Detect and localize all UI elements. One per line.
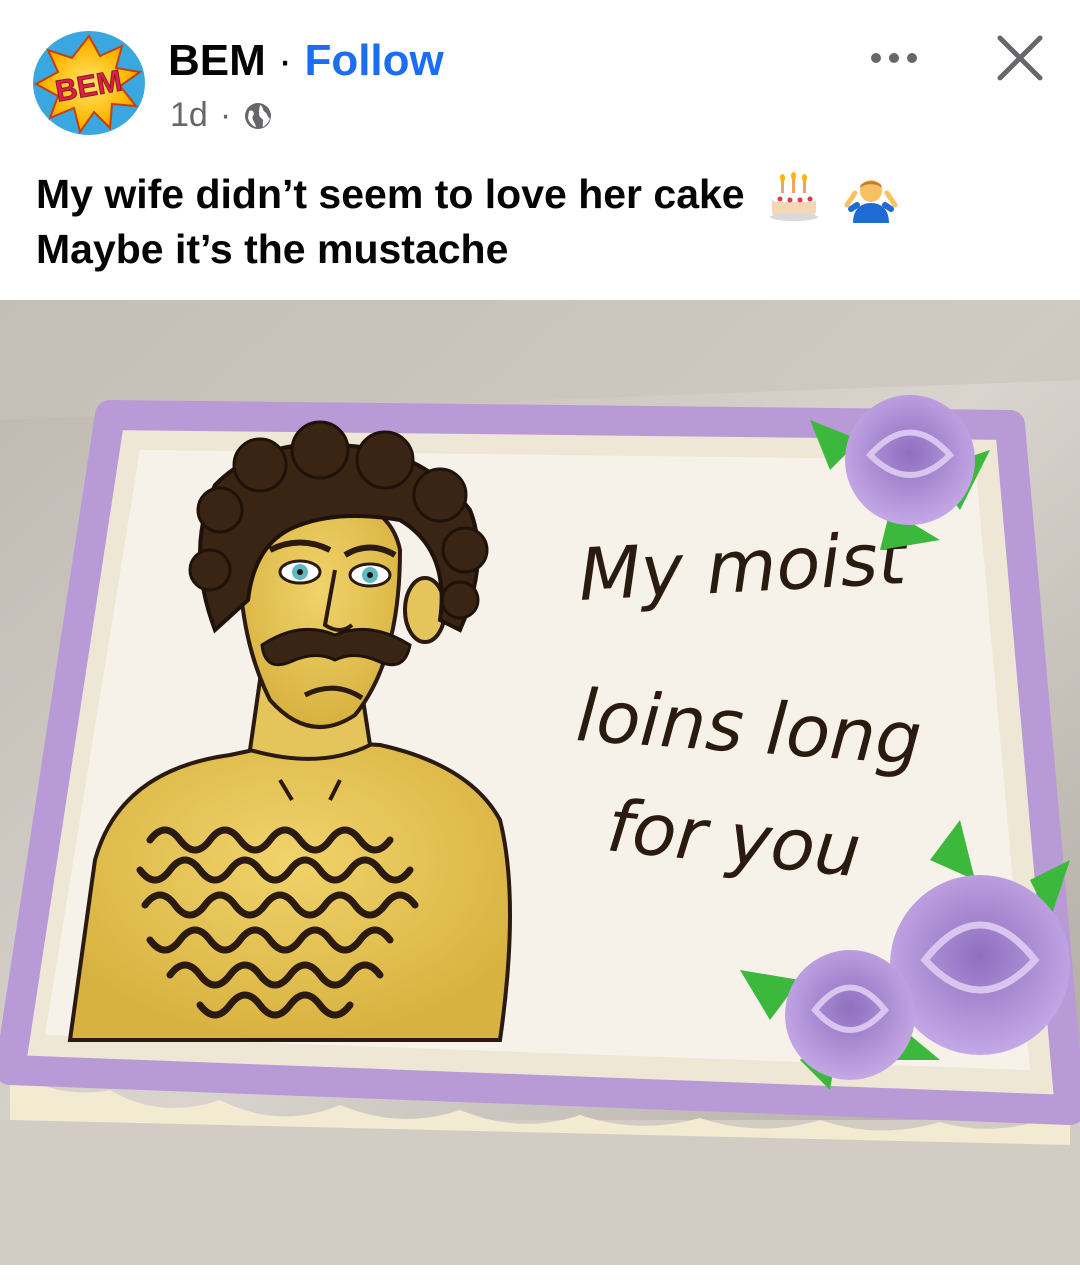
follow-button[interactable]: Follow [304, 36, 443, 85]
close-icon[interactable] [994, 32, 1046, 84]
more-options-icon[interactable] [864, 38, 924, 78]
cake-text-line-1: My moist [576, 516, 910, 617]
birthday-cake-emoji [770, 172, 819, 222]
post-timestamp[interactable]: 1d [170, 96, 208, 135]
man-shrugging-emoji [844, 180, 898, 224]
post-caption: My wife didn’t seem to love her cake May… [36, 168, 1056, 276]
author-row: BEM · Follow [168, 36, 444, 86]
caption-line-1-text: My wife didn’t seem to love her cake [36, 171, 745, 217]
author-name[interactable]: BEM [168, 36, 266, 85]
post-meta: 1d · [170, 96, 273, 135]
meta-separator: · [219, 96, 232, 134]
post-header: BEM BEM · Follow 1d · [0, 0, 1080, 150]
globe-icon [245, 102, 272, 129]
caption-line-2: Maybe it’s the mustache [36, 226, 509, 273]
name-separator: · [277, 36, 293, 85]
cake-drawing-mustache [260, 627, 412, 667]
post-photo[interactable]: My moist loins long for you [0, 300, 1080, 1265]
caption-line-1: My wife didn’t seem to love her cake [36, 168, 1056, 224]
author-avatar[interactable]: BEM [30, 28, 148, 138]
